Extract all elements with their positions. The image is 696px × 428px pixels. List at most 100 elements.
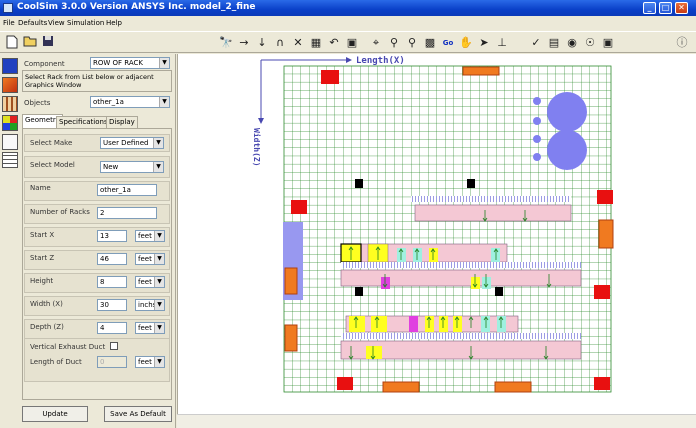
maximize-button[interactable]: □ [659,2,672,14]
pump-unit[interactable] [533,97,541,105]
info-icon[interactable]: ⓘ [674,35,690,51]
perforated-tile-row[interactable] [411,196,571,202]
crac-unit-orange[interactable] [494,381,532,393]
start-x-unit-select[interactable]: feet ▼ [135,230,165,242]
open-folder-icon[interactable] [22,35,38,51]
update-button[interactable]: Update [22,406,88,422]
save-icon[interactable] [40,35,56,51]
width-input[interactable]: 30 [97,299,127,311]
select-make-dropdown[interactable]: User Defined ▼ [100,137,164,149]
menu-view[interactable]: View [48,19,65,27]
close-button[interactable]: ✕ [675,2,688,14]
depth-input[interactable]: 4 [97,322,127,334]
vertical-duct-checkbox[interactable] [110,342,118,350]
black-obstruction[interactable] [355,179,363,188]
go-button[interactable]: Go [440,35,456,51]
tab-specifications[interactable]: Specifications [56,116,111,128]
chiller-unit[interactable] [547,92,587,132]
zoom-in-icon[interactable]: ⚲ [386,35,402,51]
crac-unit-orange[interactable] [462,66,500,76]
menu-simulation[interactable]: Simulation [67,19,104,27]
start-z-input[interactable]: 46 [97,253,127,265]
perforated-tile-row[interactable] [341,333,581,339]
tab-display[interactable]: Display [106,116,138,128]
objects-select[interactable]: other_1a ▼ [90,96,170,108]
binoculars-icon[interactable]: 🔭 [218,35,234,51]
menu-help[interactable]: Help [106,19,122,27]
eye-icon[interactable]: ☉ [582,35,598,51]
black-obstruction[interactable] [355,287,363,296]
rack-cyan[interactable] [482,277,491,289]
crac-tool-icon[interactable] [2,77,18,93]
crac-unit[interactable] [321,70,339,84]
menu-defaults[interactable]: Defaults [18,19,47,27]
zoom-fit-icon[interactable]: ⌖ [368,35,384,51]
crac-unit-orange[interactable] [598,219,614,249]
rack-yellow[interactable] [371,316,387,332]
zoom-out-icon[interactable]: ⚲ [404,35,420,51]
rack-row[interactable] [340,269,582,287]
minimize-button[interactable]: _ [643,2,656,14]
black-obstruction[interactable] [467,179,475,188]
rack-row[interactable] [414,204,572,222]
crac-unit-orange[interactable] [382,381,420,393]
start-z-unit-select[interactable]: feet ▼ [135,253,165,265]
room-layout-canvas[interactable]: Length(X) Width(Z) [178,54,696,414]
chiller-unit[interactable] [547,130,587,170]
black-obstruction[interactable] [495,287,503,296]
chevron-down-icon: ▼ [154,300,164,310]
length-duct-unit-select[interactable]: feet ▼ [135,356,165,368]
menu-file[interactable]: File [3,19,15,27]
depth-unit-select[interactable]: feet ▼ [135,322,165,334]
start-x-input[interactable]: 13 [97,230,127,242]
crac-unit[interactable] [594,377,610,390]
pointer-icon[interactable]: ➤ [476,35,492,51]
arrow-down-icon[interactable]: ↓ [254,35,270,51]
width-unit-select[interactable]: inchs ▼ [135,299,165,311]
rack-magenta[interactable] [381,277,390,289]
crac-unit-orange[interactable] [284,324,298,352]
layers-icon[interactable]: ▣ [600,35,616,51]
rack-yellow[interactable] [471,277,480,289]
name-input[interactable]: other_1a [97,184,157,196]
magnet-icon[interactable]: ∩ [272,35,288,51]
axes-icon[interactable]: ⊥ [494,35,510,51]
height-input[interactable]: 8 [97,276,127,288]
rack-tool-icon[interactable] [2,58,18,74]
crac-unit[interactable] [594,285,610,299]
chart-icon[interactable]: ▤ [546,35,562,51]
crac-unit[interactable] [291,200,307,214]
undo-icon[interactable]: ↶ [326,35,342,51]
crac-unit-orange[interactable] [284,267,298,295]
pan-hand-icon[interactable]: ✋ [458,35,474,51]
screen-icon[interactable]: ▣ [344,35,360,51]
grid-tool-icon[interactable] [2,152,18,168]
height-unit-select[interactable]: feet ▼ [135,276,165,288]
crac-unit[interactable] [337,377,353,390]
horizontal-scrollbar[interactable] [177,414,696,428]
new-file-icon[interactable] [4,35,20,51]
find-icon[interactable]: ◉ [564,35,580,51]
delete-icon[interactable]: ✕ [290,35,306,51]
crac-unit[interactable] [597,190,613,204]
component-label: Component [24,60,65,68]
graphics-window[interactable]: Length(X) Width(Z) [177,54,696,414]
grid-icon[interactable]: ▦ [308,35,324,51]
pump-unit[interactable] [533,135,541,143]
wall-tool-icon[interactable] [2,134,18,150]
tile-tool-icon[interactable] [2,115,18,131]
perforated-tile-row[interactable] [341,262,581,268]
select-model-dropdown[interactable]: New ▼ [100,161,164,173]
pump-unit[interactable] [533,153,541,161]
component-select[interactable]: ROW OF RACK ▼ [90,57,170,69]
save-as-default-button[interactable]: Save As Default [104,406,172,422]
door-tool-icon[interactable] [2,96,18,112]
length-duct-input[interactable]: 0 [97,356,127,368]
check-icon[interactable]: ✓ [528,35,544,51]
rack-magenta[interactable] [409,316,418,332]
arrow-right-icon[interactable]: → [236,35,252,51]
pump-unit[interactable] [533,117,541,125]
zoom-window-icon[interactable]: ▩ [422,35,438,51]
num-racks-input[interactable]: 2 [97,207,157,219]
rack-row[interactable] [340,243,508,263]
